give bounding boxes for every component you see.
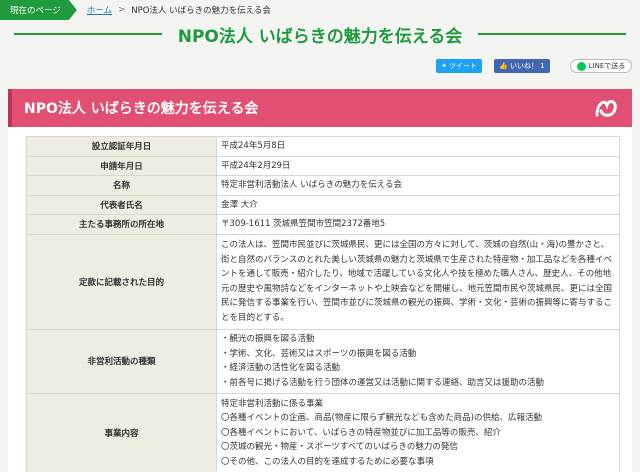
- thumbs-up-icon: 👍: [499, 62, 509, 70]
- table-row: 設立認証年月日 平成24年5月8日: [26, 136, 620, 157]
- table-row: 申請年月日 平成24年2月29日: [26, 155, 620, 176]
- line-share-button[interactable]: LINEで送る: [570, 59, 632, 73]
- twitter-bird-icon: ✦: [441, 62, 447, 70]
- breadcrumb: 現在のページ ホーム > NPO法人 いばらきの魅力を伝える会: [0, 0, 640, 20]
- row-label: 主たる事務所の所在地: [26, 214, 217, 235]
- table-row-purpose: 定款に記載された目的 この法人は、笠間市民並びに茨城県民、更には全国の方々に対し…: [26, 233, 620, 330]
- row-label: 設立認証年月日: [26, 136, 217, 157]
- row-label: 代表者氏名: [26, 194, 217, 215]
- page-title: NPO法人 いばらきの魅力を伝える会: [171, 21, 469, 47]
- business-item: 〇各種イベントにおいて、いばらきの特産物並びに加工品等の販売、紹介: [221, 427, 501, 438]
- facebook-like-button[interactable]: 👍 いいね！ 1: [494, 59, 550, 73]
- activity-item: ・前各号に掲げる活動を行う団体の運営又は活動に関する連絡、助言又は援助の活動: [221, 377, 545, 388]
- business-list: 特定非営利活動に係る事業 〇各種イベントの企画、商品(物産に限らず観光なども含め…: [216, 392, 620, 472]
- row-value: 平成24年2月29日: [216, 155, 620, 176]
- panel-header: NPO法人 いばらきの魅力を伝える会: [8, 89, 632, 127]
- title-divider-left: [14, 33, 162, 35]
- row-label: 申請年月日: [26, 155, 217, 176]
- line-button-label: LINEで送る: [588, 62, 626, 70]
- purpose-label: 定款に記載された目的: [26, 233, 217, 330]
- business-item: 〇各種イベントの企画、商品(物産に限らず観光なども含めた商品)の供給、広報活動: [221, 413, 542, 424]
- activity-item: ・学術、文化、芸術又はスポーツの振興を図る活動: [221, 348, 417, 359]
- table-row: 代表者氏名 金澤 大介: [26, 194, 620, 215]
- organization-info-table: 設立認証年月日 平成24年5月8日 申請年月日 平成24年2月29日 名称 特定…: [26, 136, 620, 472]
- business-label: 事業内容: [26, 392, 217, 472]
- line-app-icon: [576, 61, 586, 71]
- table-row-activities: 非営利活動の種類 ・観光の振興を図る活動 ・学術、文化、芸術又はスポーツの振興を…: [26, 328, 620, 394]
- title-divider-right: [478, 33, 626, 35]
- breadcrumb-page: NPO法人 いばらきの魅力を伝える会: [131, 6, 271, 16]
- activity-item: ・経済活動の活性化を図る活動: [221, 363, 341, 373]
- breadcrumb-home-link[interactable]: ホーム: [87, 4, 112, 16]
- row-value: 金澤 大介: [216, 194, 620, 215]
- activity-item: ・観光の振興を図る活動: [221, 334, 315, 344]
- row-value: 〒309-1611 茨城県笠間市笠間2372番地5: [216, 214, 620, 235]
- row-label: 名称: [26, 175, 217, 196]
- tweet-button[interactable]: ✦ ツイート: [436, 59, 482, 73]
- breadcrumb-separator: >: [118, 5, 126, 15]
- ibaraki-logo-icon: [592, 94, 620, 122]
- like-button-label: いいね！ 1: [510, 62, 545, 70]
- row-value: 特定非営利活動法人 いばらきの魅力を伝える会: [216, 175, 620, 196]
- activities-label: 非営利活動の種類: [26, 328, 217, 394]
- table-row: 主たる事務所の所在地 〒309-1611 茨城県笠間市笠間2372番地5: [26, 214, 620, 235]
- organization-panel: NPO法人 いばらきの魅力を伝える会 設立認証年月日 平成24年5月8日 申請年…: [8, 89, 632, 472]
- table-row-business: 事業内容 特定非営利活動に係る事業 〇各種イベントの企画、商品(物産に限らず観光…: [26, 392, 620, 472]
- activities-list: ・観光の振興を図る活動 ・学術、文化、芸術又はスポーツの振興を図る活動 ・経済活…: [216, 328, 620, 394]
- panel-title: NPO法人 いばらきの魅力を伝える会: [24, 101, 259, 117]
- business-item: 〇茨城の観光・物産・スポーツすべてのいばらきの魅力の発信: [221, 442, 458, 453]
- row-value: 平成24年5月8日: [216, 136, 620, 157]
- business-item: 〇その他、この法人の目的を達成するために必要な事項: [221, 456, 434, 467]
- breadcrumb-current-label: 現在のページ: [0, 0, 77, 20]
- business-item: 特定非営利活動に係る事業: [221, 398, 324, 409]
- tweet-button-label: ツイート: [448, 62, 477, 70]
- purpose-value: この法人は、笠間市民並びに茨城県民、更には全国の方々に対して、茨城の自然(山・海…: [216, 233, 620, 330]
- page-title-row: NPO法人 いばらきの魅力を伝える会: [0, 21, 640, 47]
- table-row: 名称 特定非営利活動法人 いばらきの魅力を伝える会: [26, 175, 620, 196]
